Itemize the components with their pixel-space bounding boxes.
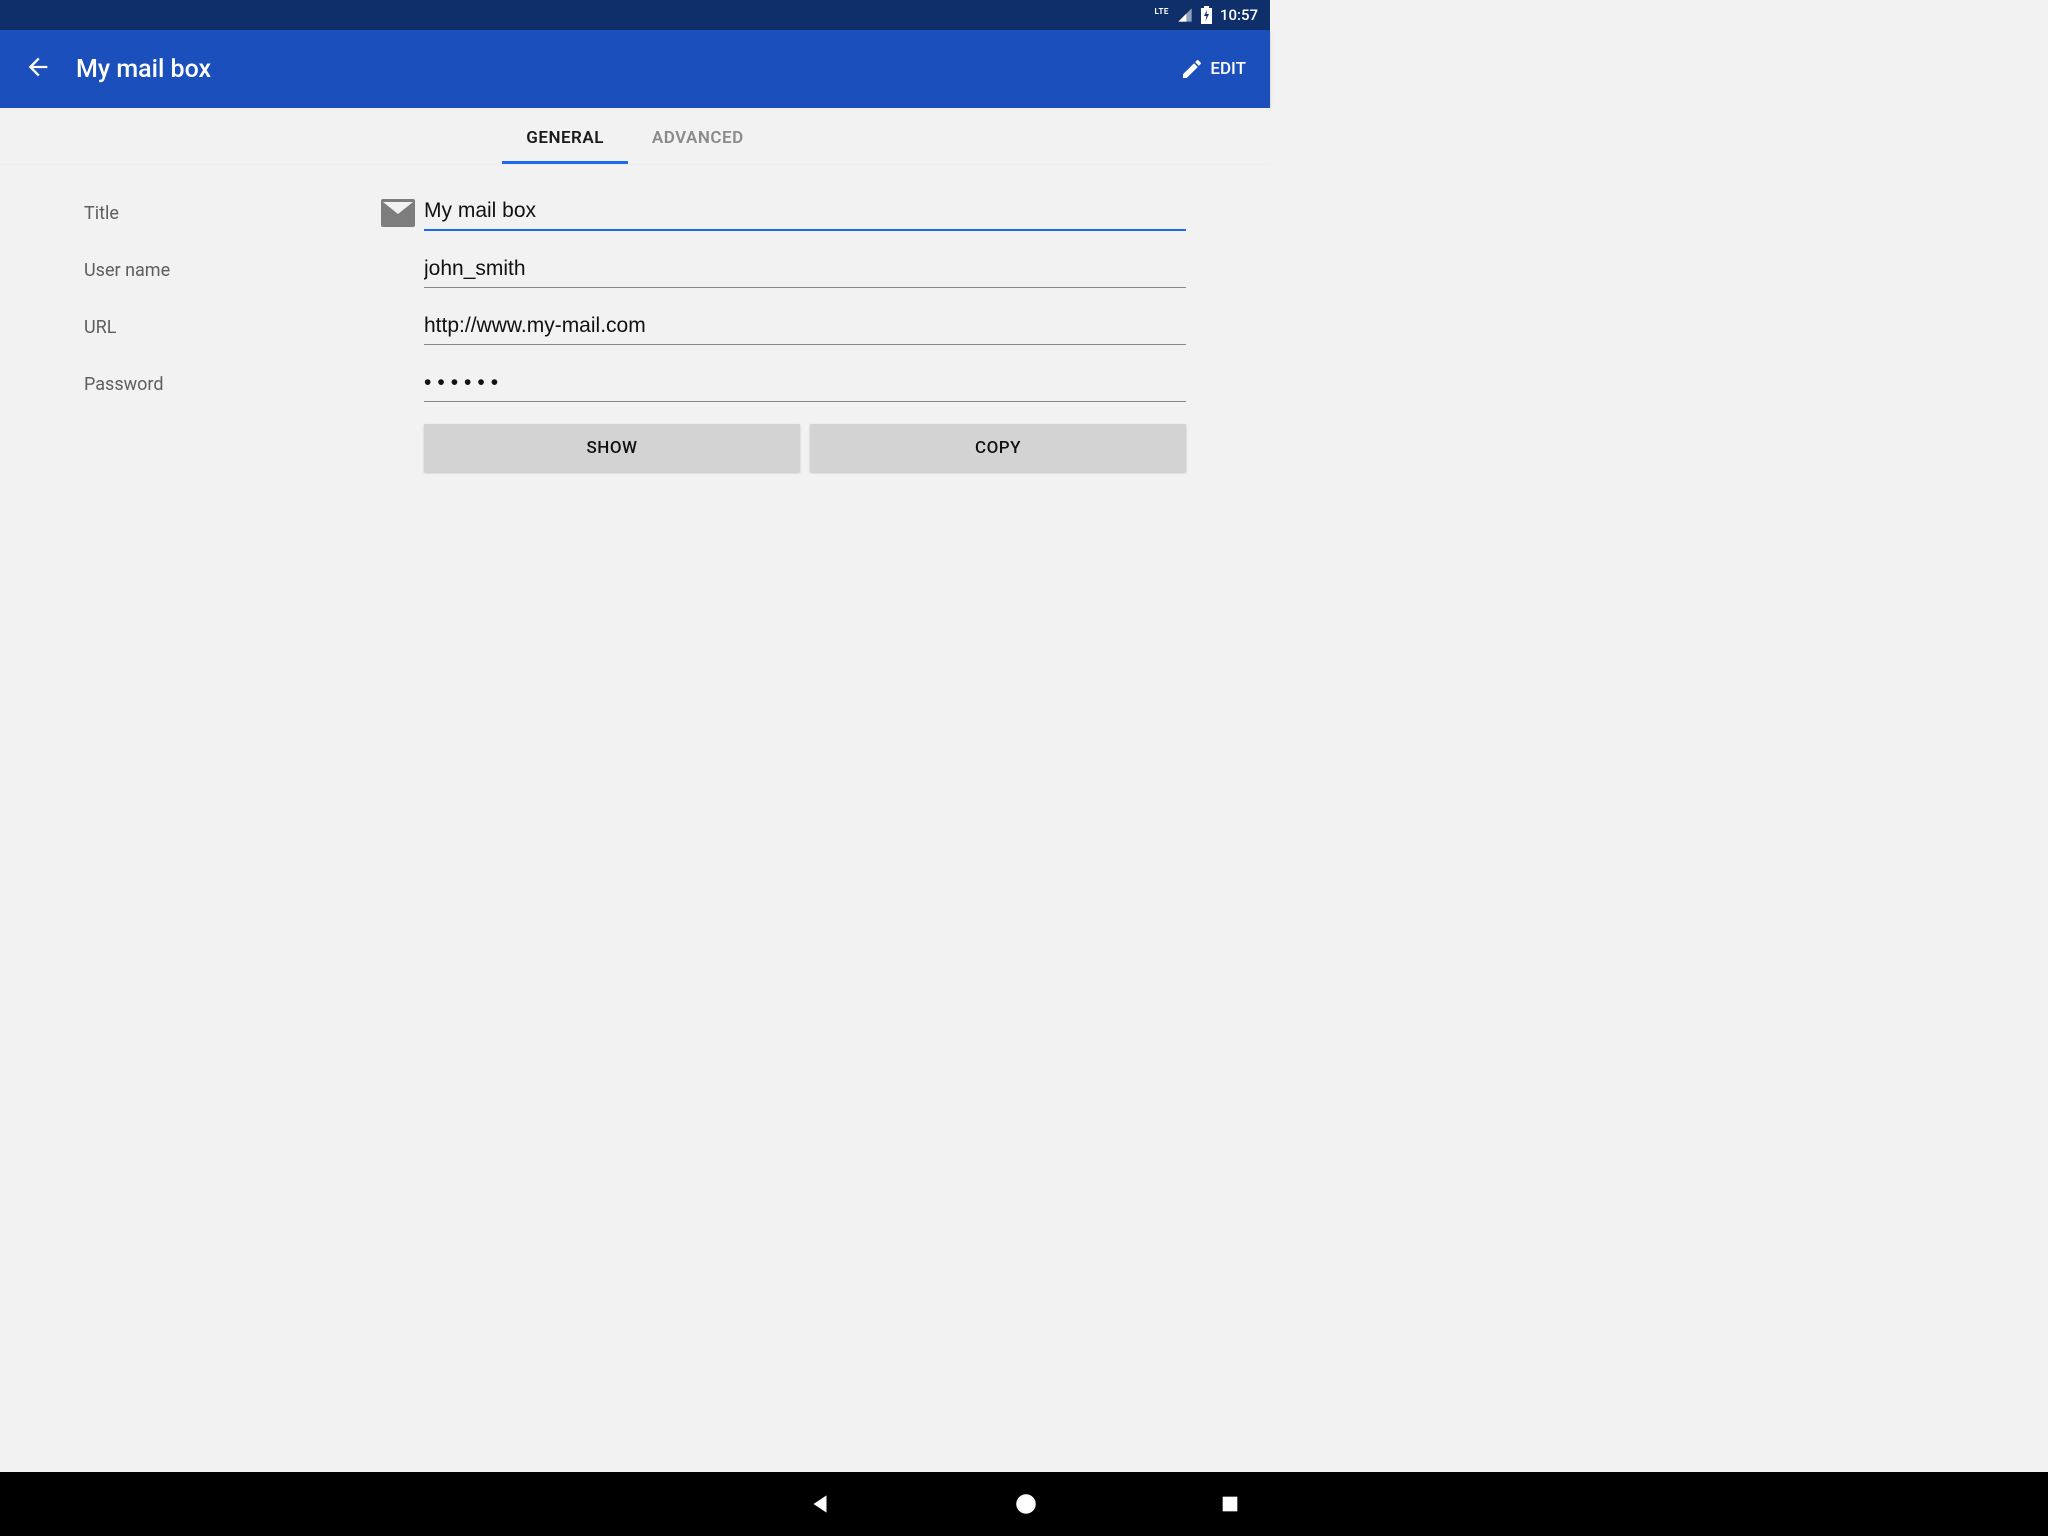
row-title: Title — [84, 195, 1186, 231]
form-content: Title User name URL Password SHOW COPY — [0, 165, 1270, 502]
tab-advanced[interactable]: ADVANCED — [628, 108, 768, 164]
circle-home-icon — [1013, 1491, 1039, 1517]
username-field[interactable] — [424, 253, 1186, 288]
title-field[interactable] — [424, 195, 1186, 231]
app-bar: My mail box EDIT — [0, 30, 1270, 108]
edit-button[interactable]: EDIT — [1180, 57, 1246, 81]
password-buttons: SHOW COPY — [424, 424, 1186, 472]
tabs: GENERAL ADVANCED — [0, 108, 1270, 165]
tab-general[interactable]: GENERAL — [502, 108, 628, 164]
battery-charging-icon — [1201, 6, 1212, 24]
password-field[interactable] — [424, 367, 1186, 402]
url-field[interactable] — [424, 310, 1186, 345]
row-username: User name — [84, 253, 1186, 288]
label-password: Password — [84, 374, 372, 395]
status-time: 10:57 — [1220, 6, 1258, 24]
nav-recent-button[interactable] — [1219, 1493, 1241, 1515]
nav-home-button[interactable] — [1013, 1491, 1039, 1517]
nav-back-button[interactable] — [807, 1491, 833, 1517]
row-url: URL — [84, 310, 1186, 345]
signal-icon — [1177, 7, 1193, 23]
label-title: Title — [84, 203, 372, 224]
mail-icon — [381, 199, 415, 227]
edit-label: EDIT — [1210, 59, 1246, 79]
square-recent-icon — [1219, 1493, 1241, 1515]
back-button[interactable] — [24, 53, 52, 85]
network-lte-label: LTE — [1155, 7, 1169, 16]
page-title: My mail box — [76, 55, 1180, 84]
system-nav-bar — [0, 1472, 2048, 1536]
status-bar: LTE 10:57 — [0, 0, 1270, 30]
triangle-back-icon — [807, 1491, 833, 1517]
label-url: URL — [84, 317, 372, 338]
show-button[interactable]: SHOW — [424, 424, 800, 472]
arrow-back-icon — [24, 53, 52, 81]
pencil-icon — [1180, 57, 1204, 81]
label-username: User name — [84, 260, 372, 281]
row-password: Password — [84, 367, 1186, 402]
copy-button[interactable]: COPY — [810, 424, 1186, 472]
